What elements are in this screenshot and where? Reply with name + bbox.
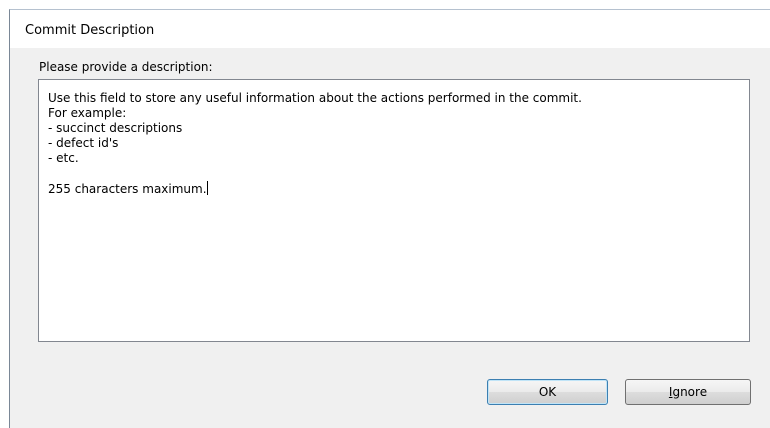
ignore-label-rest: gnore [672, 385, 708, 399]
ok-button-label: OK [538, 385, 557, 399]
ignore-button-label: Ignore [669, 385, 707, 399]
description-line: - succinct descriptions [48, 121, 183, 135]
dialog-title: Commit Description [25, 23, 155, 38]
commit-description-dialog: Commit Description Please provide a desc… [9, 9, 770, 428]
ignore-button[interactable]: Ignore [625, 379, 751, 405]
description-line: 255 characters maximum. [48, 182, 207, 196]
title-bar: Commit Description [10, 10, 770, 48]
description-textarea[interactable]: Use this field to store any useful infor… [38, 79, 750, 342]
description-line: For example: [48, 106, 127, 120]
description-line: - defect id's [48, 136, 119, 150]
text-caret [206, 181, 208, 195]
description-prompt-label: Please provide a description: [39, 60, 213, 74]
description-line: - etc. [48, 151, 79, 165]
ok-button[interactable]: OK [487, 379, 608, 405]
description-line: Use this field to store any useful infor… [48, 91, 582, 105]
